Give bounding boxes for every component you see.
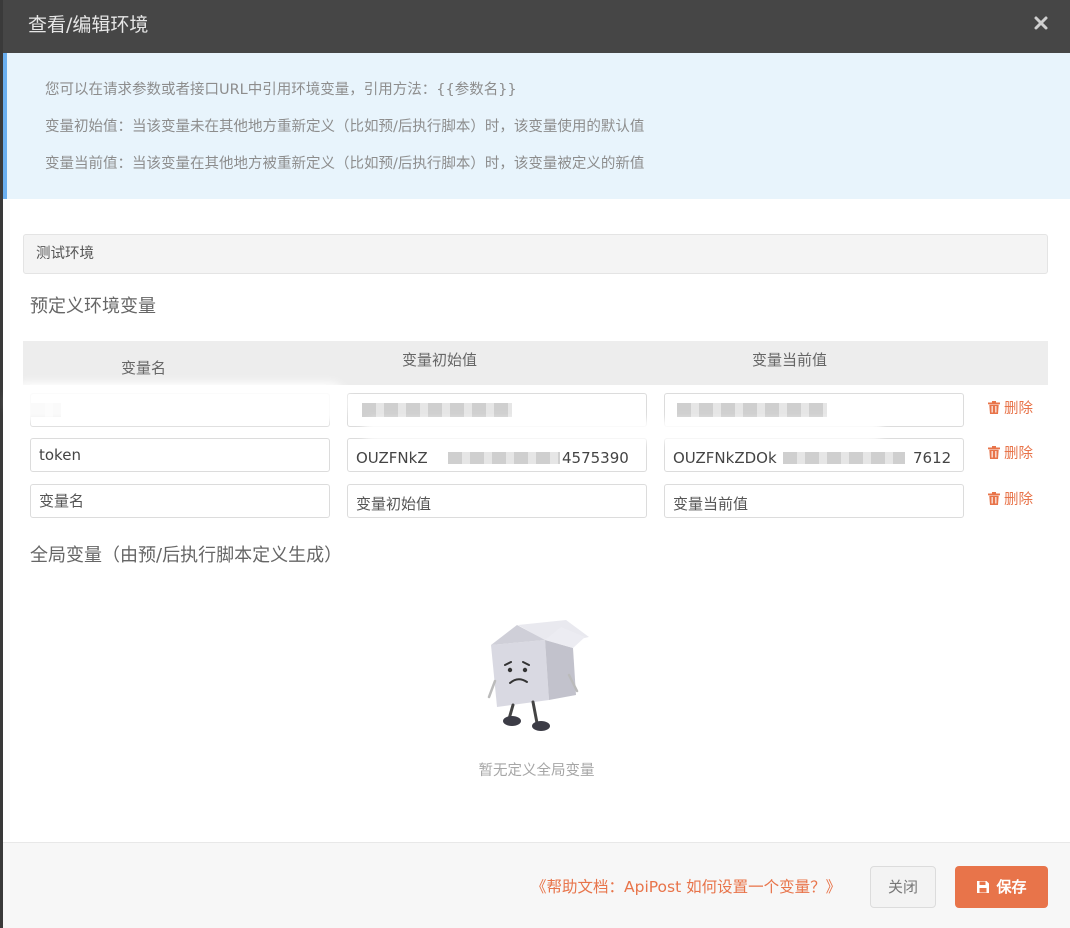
variables-table-header: 变量名 变量初始值 变量当前值 [23, 341, 1048, 385]
empty-state-text: 暂无定义全局变量 [478, 763, 595, 779]
redaction-smudge [8, 382, 348, 422]
predefined-section-title: 预定义环境变量 [30, 296, 156, 317]
new-variable-current-input[interactable]: 变量当前值 [664, 484, 964, 518]
column-header-name: 变量名 [121, 359, 167, 377]
help-doc-link[interactable]: 《帮助文档：ApiPost 如何设置一个变量？》 [531, 877, 841, 897]
column-header-current: 变量当前值 [752, 351, 828, 369]
column-header-initial: 变量初始值 [402, 351, 478, 369]
delete-row-button[interactable]: 删除 [988, 490, 1033, 510]
new-variable-name-input[interactable]: 变量名 [30, 484, 330, 518]
trash-icon [988, 492, 1000, 505]
current-value-head: OUZFNkZDOk [673, 449, 777, 467]
info-box: 您可以在请求参数或者接口URL中引用环境变量，引用方法：{{参数名}} 变量初始… [3, 53, 1070, 199]
close-icon[interactable] [1030, 12, 1052, 34]
floppy-disk-icon [977, 881, 990, 893]
info-line-initial: 变量初始值：当该变量未在其他地方重新定义（比如预/后执行脚本）时，该变量使用的默… [45, 119, 645, 135]
delete-row-button[interactable]: 删除 [988, 399, 1033, 419]
variable-initial-input[interactable]: OUZFNkZ 4575390 [347, 438, 647, 472]
variable-current-input[interactable]: OUZFNkZDOk 7612 [664, 438, 964, 472]
redacted-value [783, 452, 905, 464]
info-line-current: 变量当前值：当该变量在其他地方被重新定义（比如预/后执行脚本）时，该变量被定义的… [45, 156, 645, 172]
redacted-value [448, 452, 560, 464]
initial-value-tail: 4575390 [562, 449, 629, 467]
info-line-usage: 您可以在请求参数或者接口URL中引用环境变量，引用方法：{{参数名}} [45, 82, 517, 98]
initial-value-head: OUZFNkZ [356, 449, 428, 467]
trash-icon [988, 401, 1000, 414]
dialog-header: 查看/编辑环境 [3, 0, 1070, 53]
save-button[interactable]: 保存 [955, 866, 1048, 908]
redacted-value [677, 403, 827, 417]
delete-row-button[interactable]: 删除 [988, 444, 1033, 464]
dialog-footer: 《帮助文档：ApiPost 如何设置一个变量？》 关闭 保存 [3, 842, 1070, 928]
delete-label: 删除 [1004, 492, 1033, 508]
empty-box-illustration [481, 615, 596, 740]
save-label: 保存 [996, 878, 1027, 896]
close-button[interactable]: 关闭 [870, 866, 936, 908]
current-value-tail: 7612 [913, 449, 952, 467]
redaction-smudge [363, 420, 883, 442]
dialog-title: 查看/编辑环境 [28, 14, 149, 36]
variable-name-input[interactable]: token [30, 438, 330, 472]
redacted-value [362, 403, 512, 417]
delete-label: 删除 [1004, 446, 1033, 462]
global-section-title: 全局变量（由预/后执行脚本定义生成） [30, 545, 343, 566]
new-variable-initial-input[interactable]: 变量初始值 [347, 484, 647, 518]
edit-environment-dialog: 查看/编辑环境 您可以在请求参数或者接口URL中引用环境变量，引用方法：{{参数… [3, 0, 1070, 928]
environment-name-input[interactable]: 测试环境 [23, 234, 1048, 274]
delete-label: 删除 [1004, 401, 1033, 417]
trash-icon [988, 446, 1000, 459]
